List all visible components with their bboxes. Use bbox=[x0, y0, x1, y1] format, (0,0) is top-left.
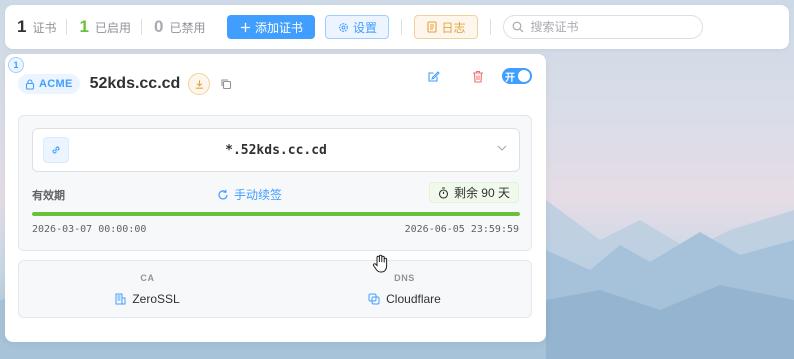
building-icon bbox=[115, 293, 126, 305]
dns-value-row: Cloudflare bbox=[276, 292, 533, 306]
enabled-count: 1 bbox=[79, 17, 89, 36]
validity-progress-fill bbox=[32, 212, 520, 216]
copy-icon[interactable] bbox=[220, 78, 232, 90]
download-button[interactable] bbox=[188, 73, 211, 95]
refresh-icon bbox=[217, 189, 229, 201]
settings-label: 设置 bbox=[352, 20, 377, 35]
hand-cursor-icon bbox=[370, 254, 390, 277]
dns-value: Cloudflare bbox=[386, 292, 441, 306]
chevron-down-icon bbox=[497, 145, 507, 151]
total-label: 证书 bbox=[32, 21, 57, 35]
dns-column: DNS Cloudflare bbox=[276, 261, 533, 319]
add-certificate-button[interactable]: 添加证书 bbox=[227, 15, 316, 39]
domain-value: *.52kds.cc.cd bbox=[225, 143, 327, 158]
enable-switch[interactable]: 开 bbox=[502, 68, 532, 84]
switch-label: 开 bbox=[505, 72, 515, 84]
dns-provider-icon bbox=[368, 293, 380, 305]
ca-value-row: ZeroSSL bbox=[19, 292, 276, 306]
disabled-count: 0 bbox=[153, 17, 164, 36]
valid-from: 2026-03-07 00:00:00 bbox=[32, 224, 147, 235]
lock-icon bbox=[25, 78, 35, 90]
total-count: 1 bbox=[17, 17, 27, 36]
card-header: ACME 52kds.cc.cd bbox=[18, 73, 232, 95]
search-box[interactable] bbox=[503, 15, 704, 39]
add-certificate-label: 添加证书 bbox=[254, 20, 303, 35]
switch-knob bbox=[518, 70, 530, 82]
divider bbox=[401, 19, 403, 35]
search-icon bbox=[512, 21, 524, 33]
trash-icon[interactable] bbox=[472, 70, 484, 83]
certificate-card: 1 ACME 52kds.cc.cd 开 *.52kds.cc.cd 有效期 手… bbox=[5, 54, 546, 342]
acme-type-tag: ACME bbox=[18, 74, 80, 94]
valid-to: 2026-06-05 23:59:59 bbox=[404, 224, 519, 235]
edit-icon[interactable] bbox=[427, 70, 440, 83]
disabled-label: 已禁用 bbox=[169, 21, 206, 35]
ca-column: CA ZeroSSL bbox=[19, 261, 276, 319]
divider bbox=[490, 19, 492, 35]
validity-panel: *.52kds.cc.cd 有效期 手动续签 剩余 90 天 2026-03-0… bbox=[18, 115, 532, 251]
issuer-panel: CA ZeroSSL DNS Cloudflare bbox=[18, 260, 532, 318]
log-label: 日志 bbox=[441, 20, 466, 35]
download-icon bbox=[194, 79, 205, 90]
enabled-label: 已启用 bbox=[94, 21, 131, 35]
manual-renew-button[interactable]: 手动续签 bbox=[217, 186, 282, 203]
stopwatch-icon bbox=[438, 186, 449, 199]
ca-value: ZeroSSL bbox=[132, 292, 180, 306]
remaining-days-label: 剩余 90 天 bbox=[453, 186, 510, 200]
document-icon bbox=[427, 21, 437, 33]
search-input[interactable] bbox=[530, 20, 691, 34]
log-button[interactable]: 日志 bbox=[414, 15, 479, 39]
card-actions: 开 bbox=[427, 68, 532, 84]
toolbar: 1 证书 1 已启用 0 已禁用 添加证书 设置 日志 bbox=[5, 5, 789, 49]
dns-label: DNS bbox=[394, 273, 415, 283]
validity-label: 有效期 bbox=[32, 190, 65, 202]
plus-icon bbox=[240, 22, 251, 33]
ca-label: CA bbox=[140, 273, 155, 283]
manual-renew-label: 手动续签 bbox=[234, 188, 283, 202]
stat-total: 1 证书 bbox=[5, 17, 66, 37]
stat-enabled: 1 已启用 bbox=[67, 17, 140, 37]
validity-progress-bar bbox=[32, 212, 520, 216]
settings-button[interactable]: 设置 bbox=[325, 15, 390, 39]
certificate-title: 52kds.cc.cd bbox=[89, 75, 181, 92]
remaining-days-tag: 剩余 90 天 bbox=[428, 182, 519, 203]
card-index-badge: 1 bbox=[8, 57, 24, 73]
acme-type-label: ACME bbox=[39, 78, 73, 90]
domain-select[interactable]: *.52kds.cc.cd bbox=[32, 128, 520, 172]
stat-disabled: 0 已禁用 bbox=[142, 17, 215, 37]
gear-icon bbox=[338, 22, 349, 33]
